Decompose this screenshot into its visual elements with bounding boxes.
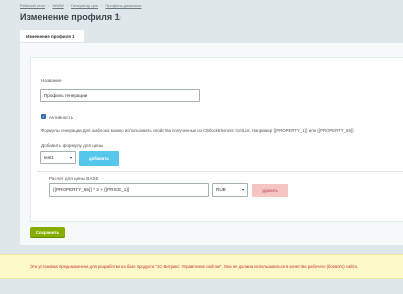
formula-hint: Формулы генерации Для шаблона можно испо… [41, 128, 354, 133]
currency-select[interactable]: RUB ▾ [212, 183, 248, 197]
breadcrumb-desktop[interactable]: Рабочий стол [20, 3, 45, 8]
delete-formula-button[interactable]: удалить [252, 184, 288, 197]
breadcrumb-profiles[interactable]: Профиль демоаххх [105, 3, 141, 8]
chevron-down-icon: ▾ [69, 155, 72, 160]
active-checkbox[interactable]: ✓ [41, 114, 46, 119]
add-formula-label: Добавить формулу для цены [41, 143, 104, 148]
chevron-right-icon: › [66, 3, 69, 8]
price-type-select[interactable]: test1 ▾ [40, 151, 76, 164]
name-label: Название [41, 78, 62, 83]
warning-text: Эта установка предназначена для разработ… [30, 264, 358, 269]
formula-input[interactable]: {{PROPERTY_65}} * 2 + {{PRICE_1}} [49, 183, 209, 197]
chevron-right-icon: › [101, 3, 103, 8]
tab-edit-profile[interactable]: Изменение профиля 1 [20, 30, 84, 42]
price-type-value: test1 [44, 155, 54, 160]
warning-banner: Эта установка предназначена для разработ… [0, 254, 403, 279]
breadcrumb-price-generator[interactable]: Генератор цен [71, 3, 98, 8]
page-title: Изменение профиля 1 [20, 12, 120, 22]
breadcrumb: Рабочий стол › WWW › Генератор цен › Профиль д… [20, 3, 142, 8]
base-section-label: Расчет для цены BASE [49, 176, 99, 181]
panel-header [20, 43, 403, 57]
base-price-section: Расчет для цены BASE {{PROPERTY_65}} * 2… [37, 171, 403, 221]
chevron-down-icon: ▾ [241, 187, 244, 192]
form-body: Название Профиль генерации ✓ Активность … [30, 57, 403, 222]
chevron-right-icon: › [48, 3, 50, 8]
add-formula-button[interactable]: добавить [79, 151, 119, 166]
active-label: Активность [49, 114, 74, 120]
form-panel: Название Профиль генерации ✓ Активность … [20, 42, 403, 245]
save-button[interactable]: Сохранить [30, 227, 65, 238]
currency-value: RUB [216, 187, 226, 192]
star-icon[interactable]: ☆ [115, 13, 122, 22]
name-input[interactable]: Профиль генерации [40, 89, 200, 102]
breadcrumb-www[interactable]: WWW [52, 3, 63, 8]
